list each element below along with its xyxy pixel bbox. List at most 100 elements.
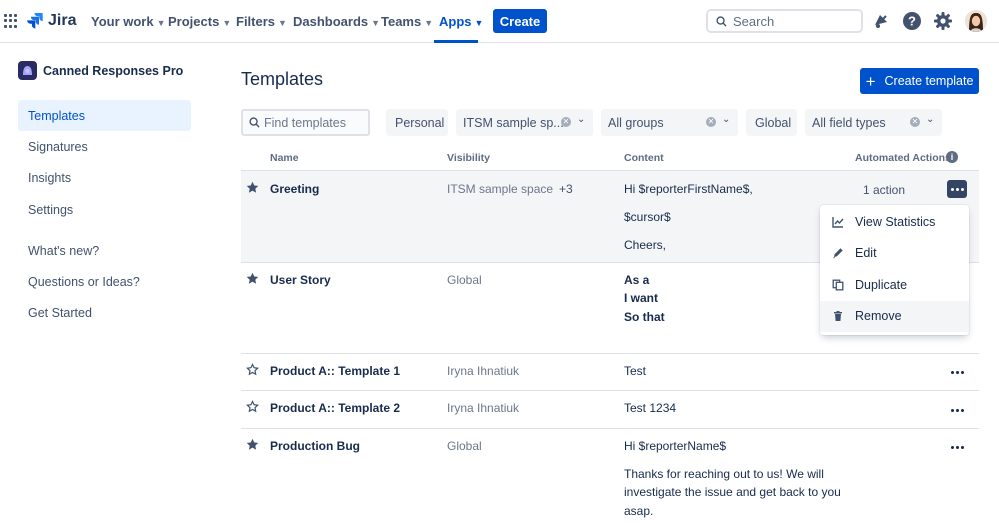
jira-logo[interactable]: Jira (27, 11, 76, 31)
nav-label: Projects (168, 14, 220, 29)
notifications-icon[interactable] (871, 11, 891, 31)
more-actions-button[interactable] (947, 180, 967, 198)
menu-item-label: Duplicate (855, 277, 908, 292)
star-filled-icon[interactable] (246, 438, 259, 451)
template-content: As a (624, 273, 650, 287)
sidebar-item-templates[interactable]: Templates (18, 100, 191, 131)
menu-item-view-statistics[interactable]: View Statistics (820, 206, 969, 238)
template-content: So that (624, 310, 665, 324)
filter-groups[interactable]: All groups ✕ ⌄ (601, 109, 738, 136)
table-row[interactable]: Product A:: Template 2 Iryna Ihnatiuk Te… (241, 391, 979, 429)
help-icon[interactable]: ? (902, 11, 922, 31)
settings-icon[interactable] (933, 11, 953, 31)
nav-teams[interactable]: Teams ▼ (381, 14, 433, 29)
more-actions-button[interactable] (947, 401, 967, 419)
top-navigation: Jira Your work ▼ Projects ▼ Filters ▼ Dashb… (0, 0, 999, 43)
template-name[interactable]: Product A:: Template 1 (270, 364, 400, 378)
filter-field-types[interactable]: All field types ✕ ⌄ (805, 109, 942, 136)
chevron-down-icon[interactable]: ⌄ (577, 114, 585, 125)
svg-text:?: ? (908, 14, 916, 29)
star-outline-icon[interactable] (246, 363, 259, 376)
table-row[interactable]: Product A:: Template 1 Iryna Ihnatiuk Te… (241, 354, 979, 391)
sidebar-item-label: Get Started (28, 305, 92, 320)
sidebar-item-get-started[interactable]: Get Started (18, 297, 191, 328)
template-content: Test (624, 364, 647, 378)
chevron-down-icon: ▼ (278, 18, 287, 28)
sidebar-item-settings[interactable]: Settings (18, 194, 191, 225)
template-name[interactable]: Product A:: Template 2 (270, 401, 400, 415)
template-visibility: Iryna Ihnatiuk (447, 364, 520, 378)
visibility-more-count[interactable]: +3 (559, 182, 573, 196)
template-visibility: ITSM sample space +3 (447, 182, 573, 196)
create-template-button[interactable]: + Create template (860, 68, 979, 94)
more-actions-button[interactable] (947, 363, 967, 381)
column-header-content[interactable]: Content (624, 152, 664, 164)
profile-avatar[interactable] (965, 10, 987, 32)
template-visibility: Global (447, 273, 482, 287)
template-content: $cursor$ (624, 210, 671, 224)
nav-label: Teams (381, 14, 422, 29)
app-name: Canned Responses Pro (43, 63, 184, 78)
avatar-icon (965, 10, 987, 32)
filter-space[interactable]: ITSM sample sp... ✕ ⌄ (456, 109, 593, 136)
star-outline-icon[interactable] (246, 400, 259, 413)
column-header-visibility[interactable]: Visibility (447, 152, 490, 164)
table-row[interactable]: Production Bug Global Hi $reporterName$ … (241, 429, 979, 525)
sidebar-item-insights[interactable]: Insights (18, 162, 191, 193)
template-name[interactable]: Production Bug (270, 439, 360, 453)
clear-icon[interactable]: ✕ (706, 117, 716, 127)
nav-projects[interactable]: Projects ▼ (168, 14, 231, 29)
filter-label: Global (755, 115, 792, 130)
sidebar-item-label: Signatures (28, 139, 88, 154)
sidebar-item-questions[interactable]: Questions or Ideas? (18, 266, 191, 297)
template-content: Thanks for reaching out to us! We will (624, 467, 824, 481)
chevron-down-icon[interactable]: ⌄ (722, 114, 730, 125)
trash-icon (834, 311, 842, 322)
page-title: Templates (241, 69, 324, 89)
visibility-label: ITSM sample space (447, 182, 554, 196)
chevron-down-icon: ▼ (371, 18, 381, 28)
nav-apps[interactable]: Apps ▼ (439, 14, 483, 29)
filter-global[interactable]: Global (746, 109, 797, 136)
sidebar-item-signatures[interactable]: Signatures (18, 131, 191, 162)
sidebar-item-whats-new[interactable]: What's new? (18, 235, 191, 266)
clear-icon[interactable]: ✕ (910, 117, 920, 127)
chevron-down-icon: ▼ (474, 18, 484, 28)
filter-personal[interactable]: Personal (386, 109, 448, 136)
info-icon[interactable]: i (946, 151, 958, 163)
nav-label: Your work (91, 14, 154, 29)
menu-item-remove[interactable]: Remove (820, 300, 969, 332)
template-visibility: Iryna Ihnatiuk (447, 401, 520, 415)
nav-your-work[interactable]: Your work ▼ (91, 14, 166, 29)
clear-icon[interactable]: ✕ (561, 117, 571, 127)
search-icon (716, 15, 727, 27)
menu-item-duplicate[interactable]: Duplicate (820, 269, 969, 301)
template-name[interactable]: Greeting (270, 182, 319, 196)
jira-logo-icon (27, 13, 43, 29)
active-nav-indicator (434, 40, 478, 43)
create-button[interactable]: Create (493, 9, 547, 33)
chevron-down-icon[interactable]: ⌄ (926, 114, 934, 125)
find-templates-input[interactable]: Find templates (241, 109, 370, 136)
star-filled-icon[interactable] (246, 181, 259, 194)
chevron-down-icon: ▼ (222, 18, 232, 28)
nav-dashboards[interactable]: Dashboards ▼ (293, 14, 380, 29)
star-filled-icon[interactable] (246, 272, 259, 285)
pencil-icon (833, 248, 843, 259)
menu-item-edit[interactable]: Edit (820, 238, 969, 270)
apps-grid-icon[interactable] (4, 14, 18, 28)
search-input[interactable]: Search (706, 9, 863, 33)
template-name[interactable]: User Story (270, 273, 331, 287)
nav-filters[interactable]: Filters ▼ (236, 14, 287, 29)
sidebar-item-label: Questions or Ideas? (28, 274, 140, 289)
column-header-automated-actions[interactable]: Automated Actions (855, 152, 951, 164)
app-logo-icon (18, 61, 37, 80)
column-header-name[interactable]: Name (270, 152, 299, 164)
more-actions-button[interactable] (947, 438, 967, 456)
row-actions-menu: View Statistics Edit Duplicate Remove (820, 205, 969, 335)
automated-actions-count[interactable]: 1 action (863, 183, 905, 197)
nav-label: Apps (439, 14, 472, 29)
template-content: investigate the issue and get back to yo… (624, 485, 841, 499)
sidebar-item-label: Settings (28, 202, 74, 217)
template-content: Hi $reporterFirstName$, (624, 182, 753, 196)
